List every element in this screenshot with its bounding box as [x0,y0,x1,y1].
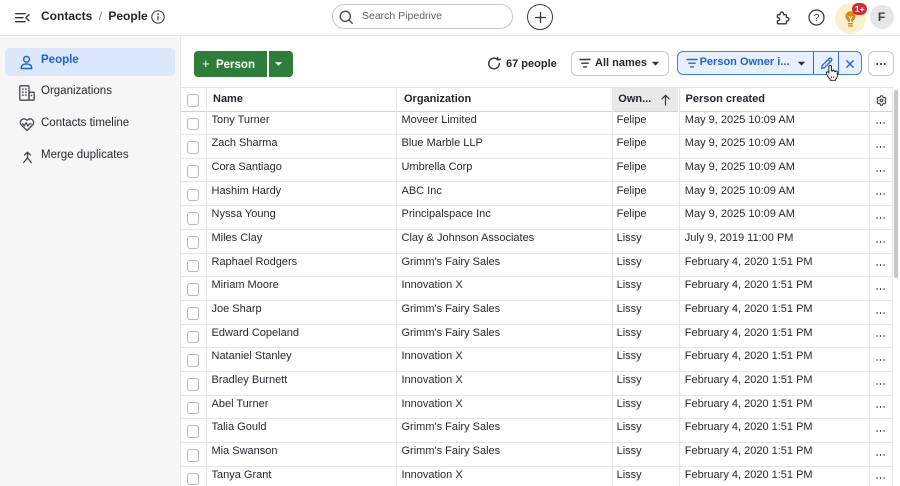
svg-text:?: ? [814,12,820,24]
